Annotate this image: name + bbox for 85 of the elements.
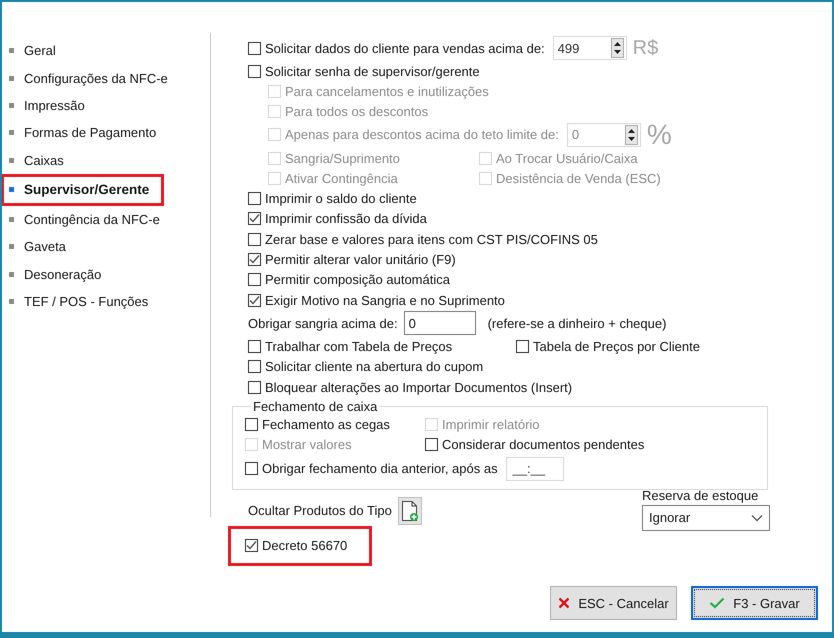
sidebar-item[interactable]: Contingência da NFC-e	[9, 208, 166, 232]
option-label: Imprimir confissão da dívida	[265, 211, 427, 226]
bullet-icon	[9, 299, 14, 304]
number-field[interactable]: 499	[552, 36, 627, 60]
checkbox[interactable]	[248, 232, 261, 246]
checkbox[interactable]	[248, 380, 261, 394]
document-plus-icon	[400, 500, 419, 522]
checkbox[interactable]	[425, 438, 438, 452]
option-label: Desistência de Venda (ESC)	[496, 170, 661, 186]
option-label: Bloquear alterações ao Importar Documentos (Insert)	[265, 380, 572, 394]
option-label: Permitir alterar valor unitário (F9)	[265, 252, 456, 268]
sidebar-item[interactable]: Caixas	[9, 148, 70, 172]
field-label: Reserva de estoque	[642, 488, 760, 503]
option-label: Solicitar senha de supervisor/gerente	[265, 64, 480, 79]
option-label: Para cancelamentos e inutilizações	[285, 84, 489, 99]
bullet-icon	[9, 76, 14, 81]
spinner-arrows-icon[interactable]	[624, 124, 638, 145]
save-button[interactable]: F3 - Gravar	[691, 586, 818, 620]
option-label: Apenas para descontos acima do teto limite de:	[285, 127, 559, 142]
unit-label: %	[646, 120, 672, 149]
time-field[interactable]: __:__	[506, 456, 564, 481]
bullet-icon	[9, 102, 14, 108]
checkbox[interactable]	[245, 462, 258, 476]
sidebar-item[interactable]: TEF / POS - Funções	[9, 290, 154, 314]
option-label: Ao Trocar Usuário/Caixa	[496, 150, 638, 166]
option-label: Solicitar cliente na abertura do cupom	[265, 359, 484, 374]
option-label: Zerar base e valores para itens com CST PIS/COFINS 05	[265, 232, 598, 247]
check-icon	[709, 597, 726, 609]
option-label: Decreto 56670	[262, 538, 348, 554]
unit-label: R$	[632, 38, 658, 58]
group-title: Fechamento de caixa	[252, 399, 378, 414]
checkbox[interactable]	[245, 539, 258, 552]
close-icon	[558, 597, 570, 609]
sidebar-item[interactable]: Configurações da NFC-e	[9, 66, 174, 90]
option-label: Solicitar dados do cliente para vendas acima de:	[265, 40, 545, 56]
checkbox[interactable]	[248, 42, 261, 54]
spinner-arrows-icon[interactable]	[610, 38, 624, 58]
option-label: Para todos os descontos	[285, 104, 428, 120]
bullet-icon	[9, 217, 14, 222]
checkbox[interactable]	[248, 253, 261, 266]
checkbox[interactable]	[248, 273, 261, 286]
checkbox[interactable]	[248, 192, 261, 206]
check-icon	[249, 254, 260, 266]
checkbox[interactable]	[248, 340, 261, 353]
field-label: Obrigar sangria acima de:	[248, 316, 398, 331]
checkbox[interactable]	[248, 64, 261, 78]
option-label: Obrigar fechamento dia anterior, após as	[262, 461, 498, 476]
option-label: Imprimir o saldo do cliente	[265, 191, 417, 206]
option-label: Sangria/Suprimento	[285, 150, 400, 166]
sidebar-item[interactable]: Desoneração	[9, 262, 108, 286]
add-document-button[interactable]	[398, 496, 422, 525]
option-label: Ativar Contingência	[285, 170, 398, 186]
option-label: Exigir Motivo na Sangria e no Suprimento	[265, 292, 505, 308]
check-icon	[249, 294, 260, 306]
sidebar-item[interactable]: Geral	[9, 38, 62, 63]
stock-reserve-select[interactable]: Ignorar	[642, 504, 770, 531]
sidebar-item[interactable]: Supervisor/Gerente	[9, 178, 156, 202]
option-label: Permitir composição automática	[265, 272, 450, 288]
option-label: Mostrar valores	[262, 437, 352, 452]
cancel-button[interactable]: ESC - Cancelar	[550, 586, 677, 620]
option-label: Fechamento as cegas	[262, 416, 390, 432]
checkbox[interactable]	[516, 340, 529, 353]
chevron-down-icon	[751, 514, 763, 522]
bullet-icon	[9, 187, 14, 192]
bullet-icon	[9, 272, 14, 277]
bullet-icon	[9, 158, 14, 163]
hint-text: (refere-se a dinheiro + cheque)	[488, 316, 666, 331]
checkbox[interactable]	[248, 212, 261, 226]
sidebar-item[interactable]: Gaveta	[9, 234, 72, 259]
checkbox[interactable]	[248, 360, 261, 374]
checkbox[interactable]	[248, 294, 261, 307]
sidebar-item[interactable]: Formas de Pagamento	[9, 120, 162, 145]
field-label: Ocultar Produtos do Tipo	[248, 503, 392, 518]
bullet-icon	[9, 48, 14, 54]
check-icon	[249, 213, 260, 224]
option-label: Trabalhar com Tabela de Preços	[265, 338, 452, 354]
check-icon	[246, 540, 257, 552]
option-label: Considerar documentos pendentes	[442, 437, 644, 452]
sidebar-item[interactable]: Impressão	[9, 93, 91, 118]
option-label: Imprimir relatório	[442, 416, 540, 432]
bullet-icon	[9, 244, 14, 250]
bullet-icon	[9, 130, 14, 136]
option-label: Tabela de Preços por Cliente	[533, 338, 700, 354]
input-field[interactable]: 0	[404, 311, 476, 336]
checkbox[interactable]	[245, 418, 258, 431]
